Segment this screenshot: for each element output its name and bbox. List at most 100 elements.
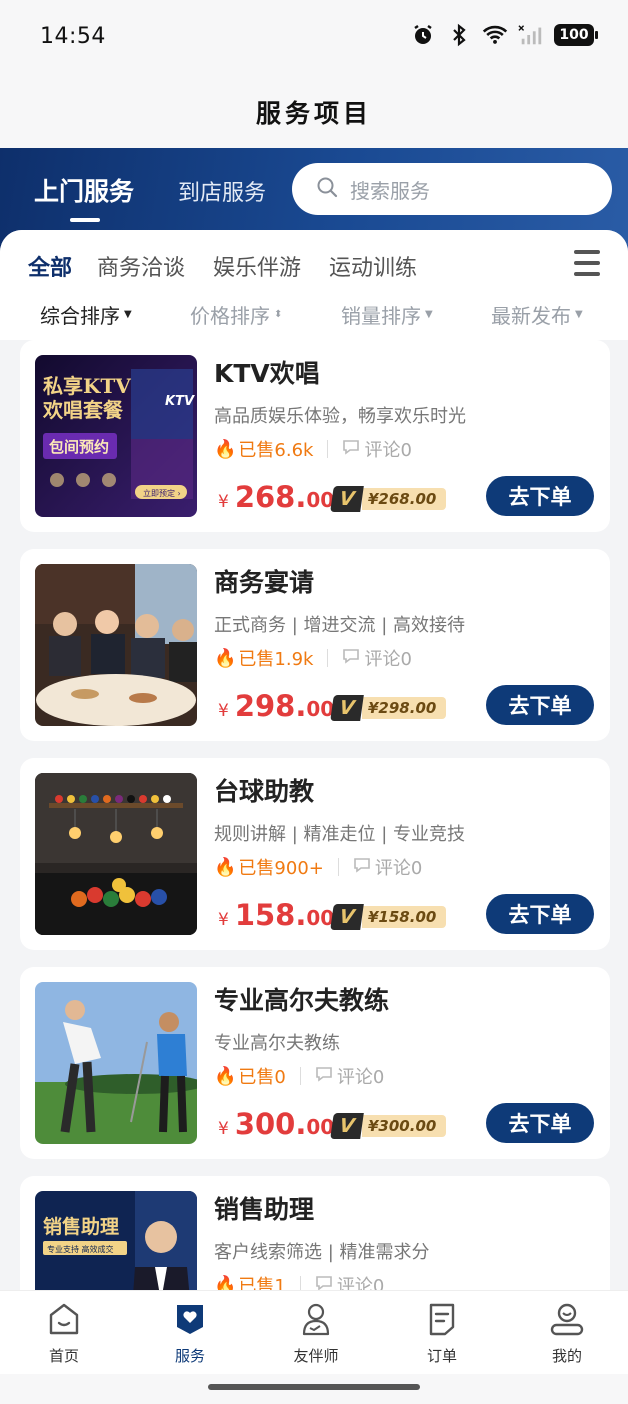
service-card[interactable]: 销售助理 专业支持 高效成交 销售助理 客户线索筛选 | 精准需求分 🔥 已售1 … xyxy=(20,1176,610,1290)
service-desc: 专业高尔夫教练 xyxy=(214,1033,340,1054)
vip-price: ¥158.00 xyxy=(362,906,447,928)
search-placeholder: 搜索服务 xyxy=(350,178,430,203)
nav-label: 订单 xyxy=(426,1347,457,1365)
service-card[interactable]: 专业高尔夫教练 专业高尔夫教练 🔥 已售0 评论0 ¥300. 00 V ¥300.0… xyxy=(20,967,610,1159)
service-card[interactable]: 台球助教 规则讲解 | 精准走位 | 专业竞技 🔥 已售900+ 评论0 ¥158… xyxy=(20,758,610,950)
category-sports[interactable]: 运动训练 xyxy=(329,250,417,282)
service-thumbnail xyxy=(35,773,197,935)
alarm-icon xyxy=(410,22,436,48)
thumb-cta: 立即预定 › xyxy=(143,488,181,498)
order-button[interactable]: 去下单 xyxy=(486,894,594,934)
sort-comprehensive[interactable]: 综合排序 ▼ xyxy=(40,300,132,329)
order-button[interactable]: 去下单 xyxy=(486,685,594,725)
content-panel: 全部 商务洽谈 娱乐伴游 运动训练 综合排序 ▼ 价格排序 ⬍ 销量排序 ▼ 最新发布… xyxy=(0,230,628,1290)
vip-icon: V xyxy=(330,904,364,930)
comment-icon xyxy=(315,1274,333,1290)
sold-count: 🔥 已售900+ xyxy=(214,854,324,880)
comment-count: 评论0 xyxy=(342,645,412,671)
fire-icon: 🔥 xyxy=(214,438,237,460)
fire-icon: 🔥 xyxy=(214,856,237,878)
category-bar: 全部 商务洽谈 娱乐伴游 运动训练 xyxy=(0,230,628,296)
tab-home-service[interactable]: 上门服务 xyxy=(34,172,134,208)
search-input[interactable]: 搜索服务 xyxy=(292,163,612,215)
service-thumbnail: 私享KTV 欢唱套餐 包间预约 KTV 立即预定 › xyxy=(35,355,197,517)
sort-bar: 综合排序 ▼ 价格排序 ⬍ 销量排序 ▼ 最新发布 ▼ xyxy=(0,296,628,340)
sort-label: 综合排序 xyxy=(40,304,120,328)
service-desc: 客户线索筛选 | 精准需求分 xyxy=(214,1242,430,1263)
vip-price-badge: V ¥158.00 xyxy=(330,904,447,930)
nav-service[interactable]: 服务 xyxy=(150,1301,230,1366)
comment-count: 评论0 xyxy=(353,854,422,880)
category-entertainment[interactable]: 娱乐伴游 xyxy=(213,250,301,282)
nav-orders[interactable]: 订单 xyxy=(402,1301,482,1366)
fire-icon: 🔥 xyxy=(214,1065,237,1087)
thumb-title: 销售助理 xyxy=(43,1215,119,1238)
sold-text: 已售0 xyxy=(238,1067,286,1088)
fire-icon: 🔥 xyxy=(214,1274,237,1291)
nav-profile[interactable]: 我的 xyxy=(527,1301,607,1366)
thumb-title-1: 私享KTV xyxy=(43,374,131,398)
order-button[interactable]: 去下单 xyxy=(486,476,594,516)
comment-count: 评论0 xyxy=(315,1272,384,1290)
price: ¥300. 00 xyxy=(218,1107,334,1141)
sort-newest[interactable]: 最新发布 ▼ xyxy=(491,300,583,329)
search-icon xyxy=(316,176,338,202)
divider xyxy=(337,858,339,876)
sort-sales[interactable]: 销量排序 ▼ xyxy=(341,300,433,329)
divider xyxy=(327,649,329,667)
bottom-nav: 首页 服务 友伴师 订单 我的 xyxy=(0,1290,628,1374)
service-card[interactable]: 商务宴请 正式商务 | 增进交流 | 高效接待 🔥 已售1.9k 评论0 ¥298… xyxy=(20,549,610,741)
bluetooth-icon xyxy=(446,22,472,48)
tab-instore-service[interactable]: 到店服务 xyxy=(178,175,266,207)
vip-price: ¥300.00 xyxy=(362,1115,447,1137)
vip-price-badge: V ¥298.00 xyxy=(330,695,447,721)
category-business[interactable]: 商务洽谈 xyxy=(97,250,185,282)
category-all[interactable]: 全部 xyxy=(28,250,72,282)
vip-icon: V xyxy=(330,486,364,512)
home-icon xyxy=(46,1301,82,1341)
price: ¥158. 00 xyxy=(218,898,334,932)
service-meta: 🔥 已售0 评论0 xyxy=(214,1063,384,1089)
currency-symbol: ¥ xyxy=(218,492,229,512)
thumb-badge: KTV xyxy=(165,394,195,409)
wifi-icon xyxy=(482,22,508,48)
service-card[interactable]: 私享KTV 欢唱套餐 包间预约 KTV 立即预定 › KTV欢唱 高品质娱乐体验… xyxy=(20,340,610,532)
service-heart-icon xyxy=(172,1301,208,1341)
comment-count: 评论0 xyxy=(342,436,412,462)
caret-down-icon: ▼ xyxy=(124,309,132,320)
nav-label: 我的 xyxy=(551,1347,582,1365)
divider xyxy=(327,440,329,458)
currency-symbol: ¥ xyxy=(218,701,229,721)
category-menu-icon[interactable] xyxy=(574,250,600,283)
divider xyxy=(299,1067,301,1085)
sort-price[interactable]: 价格排序 ⬍ xyxy=(190,300,282,329)
caret-down-icon: ▼ xyxy=(575,309,583,320)
service-meta: 🔥 已售1.9k 评论0 xyxy=(214,645,412,671)
sort-label: 最新发布 xyxy=(491,304,571,328)
active-tab-indicator xyxy=(70,218,100,222)
currency-symbol: ¥ xyxy=(218,1119,229,1139)
nav-companion[interactable]: 友伴师 xyxy=(276,1301,356,1366)
currency-symbol: ¥ xyxy=(218,910,229,930)
order-button[interactable]: 去下单 xyxy=(486,1103,594,1143)
comment-text: 评论0 xyxy=(364,649,412,670)
sort-label: 销量排序 xyxy=(341,304,421,328)
service-name: 商务宴请 xyxy=(214,568,315,597)
price-integer: 268. xyxy=(234,480,307,514)
status-time: 14:54 xyxy=(40,24,106,49)
nav-home[interactable]: 首页 xyxy=(24,1301,104,1366)
comment-icon xyxy=(315,1065,333,1088)
sort-updown-icon: ⬍ xyxy=(274,309,283,320)
service-thumbnail xyxy=(35,564,197,726)
sold-text: 已售1.9k xyxy=(238,649,314,670)
service-desc: 正式商务 | 增进交流 | 高效接待 xyxy=(214,615,466,636)
thumb-tagline: 专业支持 高效成交 xyxy=(47,1244,114,1254)
comment-text: 评论0 xyxy=(364,440,412,461)
vip-price-badge: V ¥300.00 xyxy=(330,1113,447,1139)
sold-count: 🔥 已售0 xyxy=(214,1063,286,1089)
comment-text: 评论0 xyxy=(336,1276,385,1290)
home-indicator[interactable] xyxy=(208,1384,420,1390)
vip-icon: V xyxy=(330,695,364,721)
price: ¥268. 00 xyxy=(218,480,334,514)
caret-down-icon: ▼ xyxy=(425,309,433,320)
